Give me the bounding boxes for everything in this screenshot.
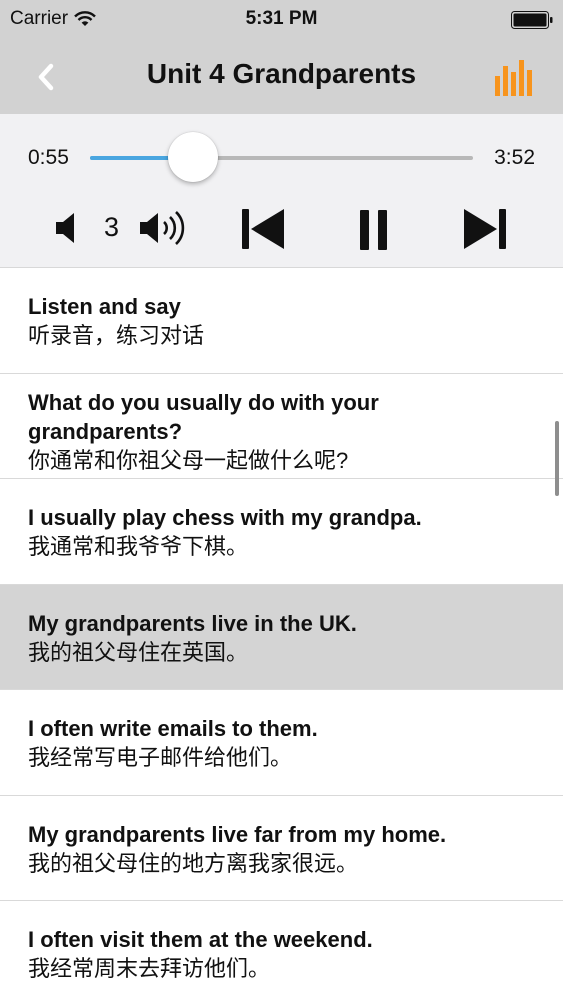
sentence-english: I often write emails to them. [28, 716, 318, 741]
current-time: 0:55 [28, 146, 69, 169]
sentence-english: I usually play chess with my grandpa. [28, 505, 422, 530]
sentence-english: I often visit them at the weekend. [28, 927, 373, 952]
total-time: 3:52 [494, 146, 535, 169]
battery-icon [511, 11, 553, 29]
sentence-english: My grandparents live in the UK. [28, 611, 357, 636]
sentence-chinese: 你通常和你祖父母一起做什么呢? [28, 448, 349, 473]
skip-previous-icon[interactable] [240, 207, 286, 251]
volume-level: 3 [104, 212, 120, 242]
page-title: Unit 4 Grandparents [146, 58, 417, 89]
sentence-chinese: 我的祖父母住在英国。 [28, 640, 249, 665]
sentence-chinese: 听录音，练习对话 [28, 323, 205, 348]
sentence-english: Listen and say [28, 294, 181, 319]
sentence-chinese: 我的祖父母住的地方离我家很远。 [28, 851, 359, 876]
slider-thumb[interactable] [168, 132, 219, 182]
list-item[interactable]: What do you usually do with your grandpa… [0, 374, 563, 479]
sentence-list: Listen and say 听录音，练习对话 What do you usua… [0, 268, 563, 1000]
sentence-chinese: 我经常周末去拜访他们。 [28, 956, 271, 981]
volume-up-icon[interactable] [138, 210, 190, 246]
list-item[interactable]: My grandparents live far from my home. 我… [0, 796, 563, 901]
list-item-selected[interactable]: My grandparents live in the UK. 我的祖父母住在英… [0, 585, 563, 690]
audio-player: 0:55 3:52 3 [0, 114, 563, 268]
progress-slider[interactable] [90, 156, 473, 160]
skip-next-icon[interactable] [462, 207, 508, 251]
sentence-english: What do you usually do with your grandpa… [28, 390, 379, 444]
sentence-chinese: 我通常和我爷爷下棋。 [28, 534, 249, 559]
pause-icon[interactable] [359, 209, 389, 251]
list-item[interactable]: I usually play chess with my grandpa. 我通… [0, 479, 563, 585]
status-time: 5:31 PM [245, 8, 318, 29]
navigation-bar: Unit 4 Grandparents [0, 40, 563, 114]
list-item[interactable]: I often write emails to them. 我经常写电子邮件给他… [0, 690, 563, 796]
scroll-indicator[interactable] [555, 421, 559, 496]
list-item[interactable]: Listen and say 听录音，练习对话 [0, 268, 563, 374]
bar-chart-icon[interactable] [495, 60, 535, 96]
status-bar: Carrier 5:31 PM [0, 0, 563, 40]
volume-down-icon[interactable] [54, 212, 82, 244]
list-item[interactable]: I often visit them at the weekend. 我经常周末… [0, 901, 563, 1000]
sentence-english: My grandparents live far from my home. [28, 822, 447, 847]
sentence-chinese: 我经常写电子邮件给他们。 [28, 745, 293, 770]
